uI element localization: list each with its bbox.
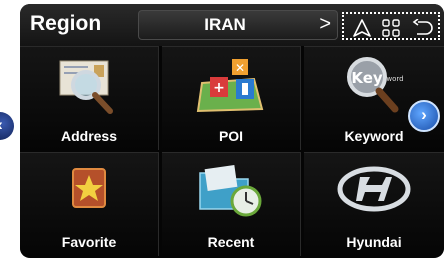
menu-item-hyundai[interactable]: Hyundai: [304, 152, 444, 256]
navigation-icon[interactable]: [352, 19, 372, 37]
menu-item-label: Favorite: [61, 234, 117, 250]
page-prev-button[interactable]: ‹: [0, 112, 14, 140]
menu-item-poi[interactable]: ✕ + POI: [162, 46, 301, 150]
menu-item-label: Hyundai: [346, 234, 402, 250]
poi-map-icon: ✕ +: [196, 59, 264, 113]
chevron-right-icon: >: [319, 13, 331, 35]
menu-item-keyword[interactable]: Key word Keyword: [304, 46, 444, 150]
svg-text:✕: ✕: [235, 61, 245, 75]
menu-grid-icon[interactable]: [382, 19, 400, 37]
menu-item-label: POI: [218, 128, 244, 144]
keyword-icon-text: Key: [351, 69, 383, 87]
chevron-left-icon: ‹: [0, 115, 14, 135]
keyword-icon-subtext: word: [386, 75, 403, 83]
search-menu-grid: Address ✕ + POI Key word Keyword Favorit…: [20, 46, 444, 258]
page-next-button[interactable]: ›: [408, 100, 440, 132]
header-bar: Region IRAN >: [20, 4, 444, 46]
page-title: Region: [30, 12, 102, 35]
selected-region: IRAN: [204, 15, 246, 34]
header-icon-group: [342, 12, 440, 40]
menu-item-label: Recent: [207, 234, 255, 250]
menu-item-recent[interactable]: Recent: [162, 152, 301, 256]
hyundai-logo-icon: [337, 166, 411, 212]
menu-item-address[interactable]: Address: [20, 46, 159, 150]
svg-text:+: +: [213, 80, 225, 96]
back-icon[interactable]: [412, 19, 434, 37]
menu-item-favorite[interactable]: Favorite: [20, 152, 159, 256]
navigation-screen: Region IRAN > Address ✕ + POI Key word K…: [20, 4, 444, 258]
recent-folder-clock-icon: [199, 165, 262, 217]
favorite-star-icon: [72, 168, 106, 208]
region-selector-button[interactable]: IRAN >: [138, 10, 338, 40]
address-magnifier-icon: [59, 60, 113, 114]
menu-item-label: Address: [60, 128, 118, 144]
keyword-magnifier-icon: Key word: [347, 57, 404, 113]
chevron-right-icon: ›: [421, 105, 427, 124]
